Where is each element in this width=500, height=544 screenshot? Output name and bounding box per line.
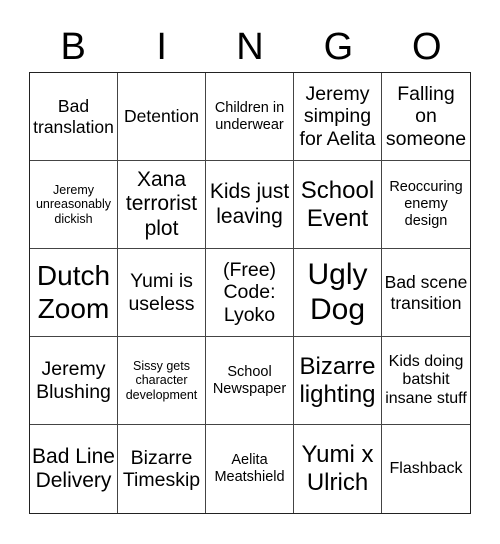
bingo-cell[interactable]: Jeremy Blushing	[30, 337, 118, 425]
header-letter-g: G	[323, 26, 354, 68]
bingo-cell[interactable]: Bizarre Timeskip	[118, 425, 206, 513]
bingo-cell[interactable]: Yumi x Ulrich	[294, 425, 382, 513]
bingo-cell[interactable]: Bad scene transition	[382, 249, 470, 337]
bingo-cell[interactable]: Bad Line Delivery	[30, 425, 118, 513]
bingo-cell[interactable]: Kids doing batshit insane stuff	[382, 337, 470, 425]
bingo-cell[interactable]: Kids just leaving	[206, 161, 294, 249]
header-letter-b: B	[60, 26, 86, 68]
bingo-cell[interactable]: Falling on someone	[382, 73, 470, 161]
header-letter-n: N	[236, 26, 264, 68]
bingo-cell[interactable]: Xana terrorist plot	[118, 161, 206, 249]
bingo-cell[interactable]: School Event	[294, 161, 382, 249]
bingo-cell[interactable]: Dutch Zoom	[30, 249, 118, 337]
bingo-cell[interactable]: Flashback	[382, 425, 470, 513]
bingo-cell[interactable]: Aelita Meatshield	[206, 425, 294, 513]
free-cell[interactable]: (Free) Code: Lyoko	[206, 249, 294, 337]
header-letter-i: I	[156, 26, 167, 68]
bingo-cell[interactable]: Yumi is useless	[118, 249, 206, 337]
bingo-cell[interactable]: Bad translation	[30, 73, 118, 161]
bingo-cell[interactable]: Bizarre lighting	[294, 337, 382, 425]
bingo-cell[interactable]: Jeremy simping for Aelita	[294, 73, 382, 161]
bingo-grid: Bad translation Detention Children in un…	[29, 72, 471, 514]
header-letter-o: O	[412, 26, 442, 68]
bingo-cell[interactable]: Reoccuring enemy design	[382, 161, 470, 249]
bingo-cell[interactable]: Sissy gets character development	[118, 337, 206, 425]
bingo-cell[interactable]: Detention	[118, 73, 206, 161]
bingo-cell[interactable]: Jeremy unreasonably dickish	[30, 161, 118, 249]
bingo-cell[interactable]: Children in underwear	[206, 73, 294, 161]
bingo-cell[interactable]: School Newspaper	[206, 337, 294, 425]
bingo-cell[interactable]: Ugly Dog	[294, 249, 382, 337]
bingo-header: B I N G O	[29, 22, 471, 72]
